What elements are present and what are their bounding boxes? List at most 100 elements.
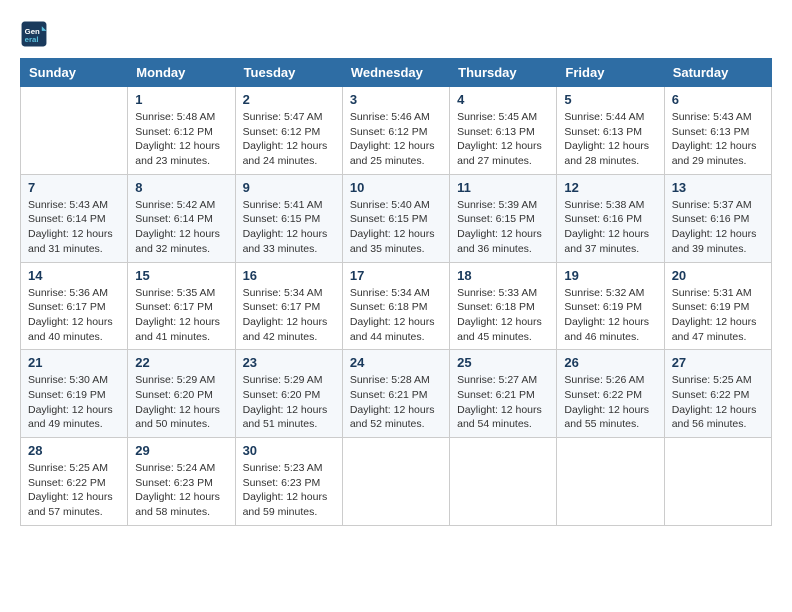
calendar-cell: 16 Sunrise: 5:34 AM Sunset: 6:17 PM Dayli… xyxy=(235,262,342,350)
calendar-cell: 30 Sunrise: 5:23 AM Sunset: 6:23 PM Dayli… xyxy=(235,438,342,526)
calendar-cell: 24 Sunrise: 5:28 AM Sunset: 6:21 PM Dayli… xyxy=(342,350,449,438)
day-info: Sunrise: 5:30 AM Sunset: 6:19 PM Dayligh… xyxy=(28,373,120,432)
calendar-cell: 10 Sunrise: 5:40 AM Sunset: 6:15 PM Dayli… xyxy=(342,174,449,262)
day-info: Sunrise: 5:34 AM Sunset: 6:18 PM Dayligh… xyxy=(350,286,442,345)
day-info: Sunrise: 5:42 AM Sunset: 6:14 PM Dayligh… xyxy=(135,198,227,257)
calendar-cell: 15 Sunrise: 5:35 AM Sunset: 6:17 PM Dayli… xyxy=(128,262,235,350)
calendar-cell xyxy=(557,438,664,526)
col-header-wednesday: Wednesday xyxy=(342,59,449,87)
day-info: Sunrise: 5:25 AM Sunset: 6:22 PM Dayligh… xyxy=(672,373,764,432)
day-info: Sunrise: 5:31 AM Sunset: 6:19 PM Dayligh… xyxy=(672,286,764,345)
logo: Gen eral xyxy=(20,20,52,48)
day-info: Sunrise: 5:41 AM Sunset: 6:15 PM Dayligh… xyxy=(243,198,335,257)
calendar-cell: 4Sunrise: 5:45 AM Sunset: 6:13 PM Daylig… xyxy=(450,87,557,175)
calendar-week-row: 7 Sunrise: 5:43 AM Sunset: 6:14 PM Daylig… xyxy=(21,174,772,262)
day-info: Sunrise: 5:37 AM Sunset: 6:16 PM Dayligh… xyxy=(672,198,764,257)
day-number: 10 xyxy=(350,180,442,195)
day-info: Sunrise: 5:28 AM Sunset: 6:21 PM Dayligh… xyxy=(350,373,442,432)
day-info: Sunrise: 5:43 AM Sunset: 6:14 PM Dayligh… xyxy=(28,198,120,257)
day-info: Sunrise: 5:29 AM Sunset: 6:20 PM Dayligh… xyxy=(243,373,335,432)
calendar-week-row: 14 Sunrise: 5:36 AM Sunset: 6:17 PM Dayli… xyxy=(21,262,772,350)
day-info: Sunrise: 5:27 AM Sunset: 6:21 PM Dayligh… xyxy=(457,373,549,432)
calendar-cell: 28 Sunrise: 5:25 AM Sunset: 6:22 PM Dayli… xyxy=(21,438,128,526)
calendar-header-row: SundayMondayTuesdayWednesdayThursdayFrid… xyxy=(21,59,772,87)
calendar-cell: 22Sunrise: 5:29 AM Sunset: 6:20 PM Dayli… xyxy=(128,350,235,438)
day-number: 27 xyxy=(672,355,764,370)
day-number: 6 xyxy=(672,92,764,107)
day-number: 21 xyxy=(28,355,120,370)
calendar-cell: 23 Sunrise: 5:29 AM Sunset: 6:20 PM Dayli… xyxy=(235,350,342,438)
svg-text:eral: eral xyxy=(25,35,39,44)
day-number: 7 xyxy=(28,180,120,195)
col-header-sunday: Sunday xyxy=(21,59,128,87)
calendar-cell: 2 Sunrise: 5:47 AM Sunset: 6:12 PM Daylig… xyxy=(235,87,342,175)
day-number: 29 xyxy=(135,443,227,458)
calendar-cell: 6 Sunrise: 5:43 AM Sunset: 6:13 PM Daylig… xyxy=(664,87,771,175)
calendar-cell: 20 Sunrise: 5:31 AM Sunset: 6:19 PM Dayli… xyxy=(664,262,771,350)
calendar-cell: 29Sunrise: 5:24 AM Sunset: 6:23 PM Dayli… xyxy=(128,438,235,526)
day-info: Sunrise: 5:46 AM Sunset: 6:12 PM Dayligh… xyxy=(350,110,442,169)
calendar-week-row: 28 Sunrise: 5:25 AM Sunset: 6:22 PM Dayli… xyxy=(21,438,772,526)
day-number: 5 xyxy=(564,92,656,107)
day-number: 23 xyxy=(243,355,335,370)
day-info: Sunrise: 5:26 AM Sunset: 6:22 PM Dayligh… xyxy=(564,373,656,432)
calendar-cell: 18 Sunrise: 5:33 AM Sunset: 6:18 PM Dayli… xyxy=(450,262,557,350)
day-number: 1 xyxy=(135,92,227,107)
day-info: Sunrise: 5:43 AM Sunset: 6:13 PM Dayligh… xyxy=(672,110,764,169)
day-info: Sunrise: 5:33 AM Sunset: 6:18 PM Dayligh… xyxy=(457,286,549,345)
calendar-cell: 11Sunrise: 5:39 AM Sunset: 6:15 PM Dayli… xyxy=(450,174,557,262)
day-info: Sunrise: 5:23 AM Sunset: 6:23 PM Dayligh… xyxy=(243,461,335,520)
day-info: Sunrise: 5:35 AM Sunset: 6:17 PM Dayligh… xyxy=(135,286,227,345)
calendar-cell xyxy=(21,87,128,175)
day-info: Sunrise: 5:25 AM Sunset: 6:22 PM Dayligh… xyxy=(28,461,120,520)
calendar-cell: 5 Sunrise: 5:44 AM Sunset: 6:13 PM Daylig… xyxy=(557,87,664,175)
calendar-cell: 26Sunrise: 5:26 AM Sunset: 6:22 PM Dayli… xyxy=(557,350,664,438)
day-number: 20 xyxy=(672,268,764,283)
col-header-thursday: Thursday xyxy=(450,59,557,87)
day-number: 4 xyxy=(457,92,549,107)
calendar-cell: 17Sunrise: 5:34 AM Sunset: 6:18 PM Dayli… xyxy=(342,262,449,350)
calendar-table: SundayMondayTuesdayWednesdayThursdayFrid… xyxy=(20,58,772,526)
day-info: Sunrise: 5:34 AM Sunset: 6:17 PM Dayligh… xyxy=(243,286,335,345)
day-number: 18 xyxy=(457,268,549,283)
calendar-cell: 12 Sunrise: 5:38 AM Sunset: 6:16 PM Dayli… xyxy=(557,174,664,262)
calendar-cell: 3 Sunrise: 5:46 AM Sunset: 6:12 PM Daylig… xyxy=(342,87,449,175)
calendar-cell: 19 Sunrise: 5:32 AM Sunset: 6:19 PM Dayli… xyxy=(557,262,664,350)
day-number: 16 xyxy=(243,268,335,283)
calendar-cell: 14 Sunrise: 5:36 AM Sunset: 6:17 PM Dayli… xyxy=(21,262,128,350)
col-header-monday: Monday xyxy=(128,59,235,87)
day-number: 22 xyxy=(135,355,227,370)
calendar-cell xyxy=(342,438,449,526)
calendar-cell: 9 Sunrise: 5:41 AM Sunset: 6:15 PM Daylig… xyxy=(235,174,342,262)
day-info: Sunrise: 5:48 AM Sunset: 6:12 PM Dayligh… xyxy=(135,110,227,169)
day-number: 25 xyxy=(457,355,549,370)
day-info: Sunrise: 5:36 AM Sunset: 6:17 PM Dayligh… xyxy=(28,286,120,345)
day-number: 9 xyxy=(243,180,335,195)
day-number: 15 xyxy=(135,268,227,283)
day-info: Sunrise: 5:40 AM Sunset: 6:15 PM Dayligh… xyxy=(350,198,442,257)
day-number: 28 xyxy=(28,443,120,458)
day-number: 3 xyxy=(350,92,442,107)
day-info: Sunrise: 5:32 AM Sunset: 6:19 PM Dayligh… xyxy=(564,286,656,345)
day-number: 13 xyxy=(672,180,764,195)
day-info: Sunrise: 5:38 AM Sunset: 6:16 PM Dayligh… xyxy=(564,198,656,257)
day-number: 12 xyxy=(564,180,656,195)
calendar-cell: 25 Sunrise: 5:27 AM Sunset: 6:21 PM Dayli… xyxy=(450,350,557,438)
calendar-cell: 1 Sunrise: 5:48 AM Sunset: 6:12 PM Daylig… xyxy=(128,87,235,175)
day-info: Sunrise: 5:39 AM Sunset: 6:15 PM Dayligh… xyxy=(457,198,549,257)
page-header: Gen eral xyxy=(20,20,772,48)
calendar-cell: 13 Sunrise: 5:37 AM Sunset: 6:16 PM Dayli… xyxy=(664,174,771,262)
day-number: 30 xyxy=(243,443,335,458)
col-header-friday: Friday xyxy=(557,59,664,87)
calendar-week-row: 1 Sunrise: 5:48 AM Sunset: 6:12 PM Daylig… xyxy=(21,87,772,175)
day-number: 24 xyxy=(350,355,442,370)
day-number: 14 xyxy=(28,268,120,283)
day-info: Sunrise: 5:47 AM Sunset: 6:12 PM Dayligh… xyxy=(243,110,335,169)
day-number: 19 xyxy=(564,268,656,283)
day-number: 8 xyxy=(135,180,227,195)
day-info: Sunrise: 5:44 AM Sunset: 6:13 PM Dayligh… xyxy=(564,110,656,169)
calendar-cell xyxy=(450,438,557,526)
day-number: 2 xyxy=(243,92,335,107)
col-header-saturday: Saturday xyxy=(664,59,771,87)
logo-icon: Gen eral xyxy=(20,20,48,48)
